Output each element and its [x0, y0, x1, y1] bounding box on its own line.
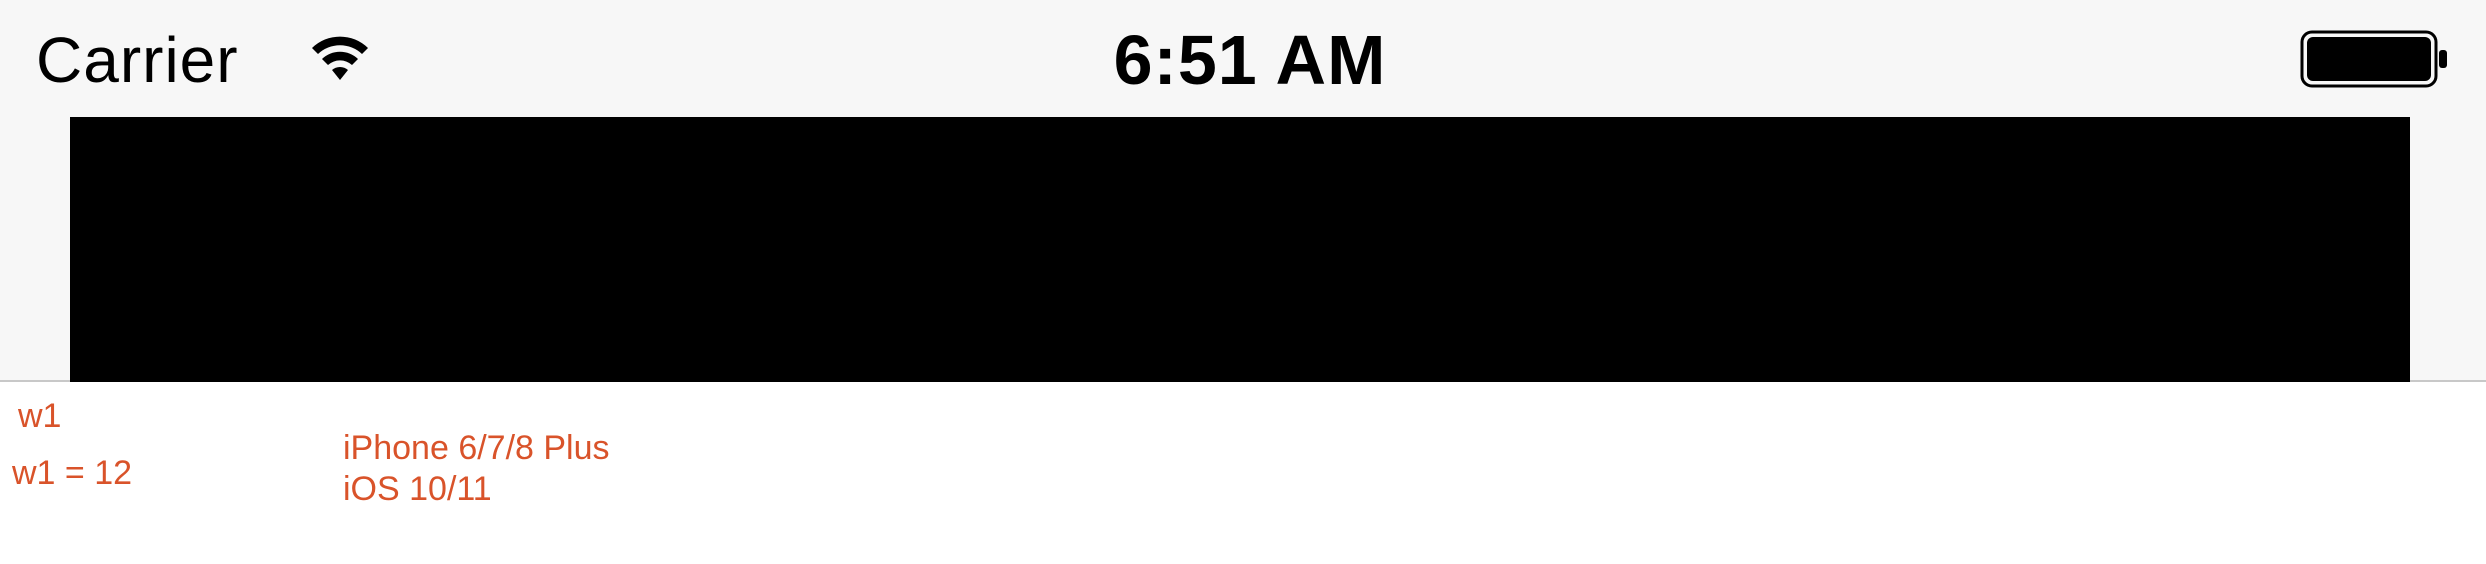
top-area: Carrier 6:51 AM	[0, 0, 2486, 382]
os-label: iOS 10/11	[343, 470, 492, 508]
w1-value-label: w1 = 12	[12, 454, 133, 492]
carrier-name: Carrier	[36, 24, 239, 96]
black-bar-view	[70, 117, 2410, 382]
status-time: 6:51 AM	[1113, 21, 1387, 99]
app-screen: Carrier 6:51 AM w1 w1 = 12 iPhone 6/7/8 …	[0, 0, 2486, 564]
status-bar: Carrier 6:51 AM	[0, 0, 2486, 118]
wifi-icon	[312, 36, 368, 80]
w1-label: w1	[18, 397, 62, 435]
device-label: iPhone 6/7/8 Plus	[343, 429, 610, 467]
battery-icon	[2300, 30, 2447, 88]
